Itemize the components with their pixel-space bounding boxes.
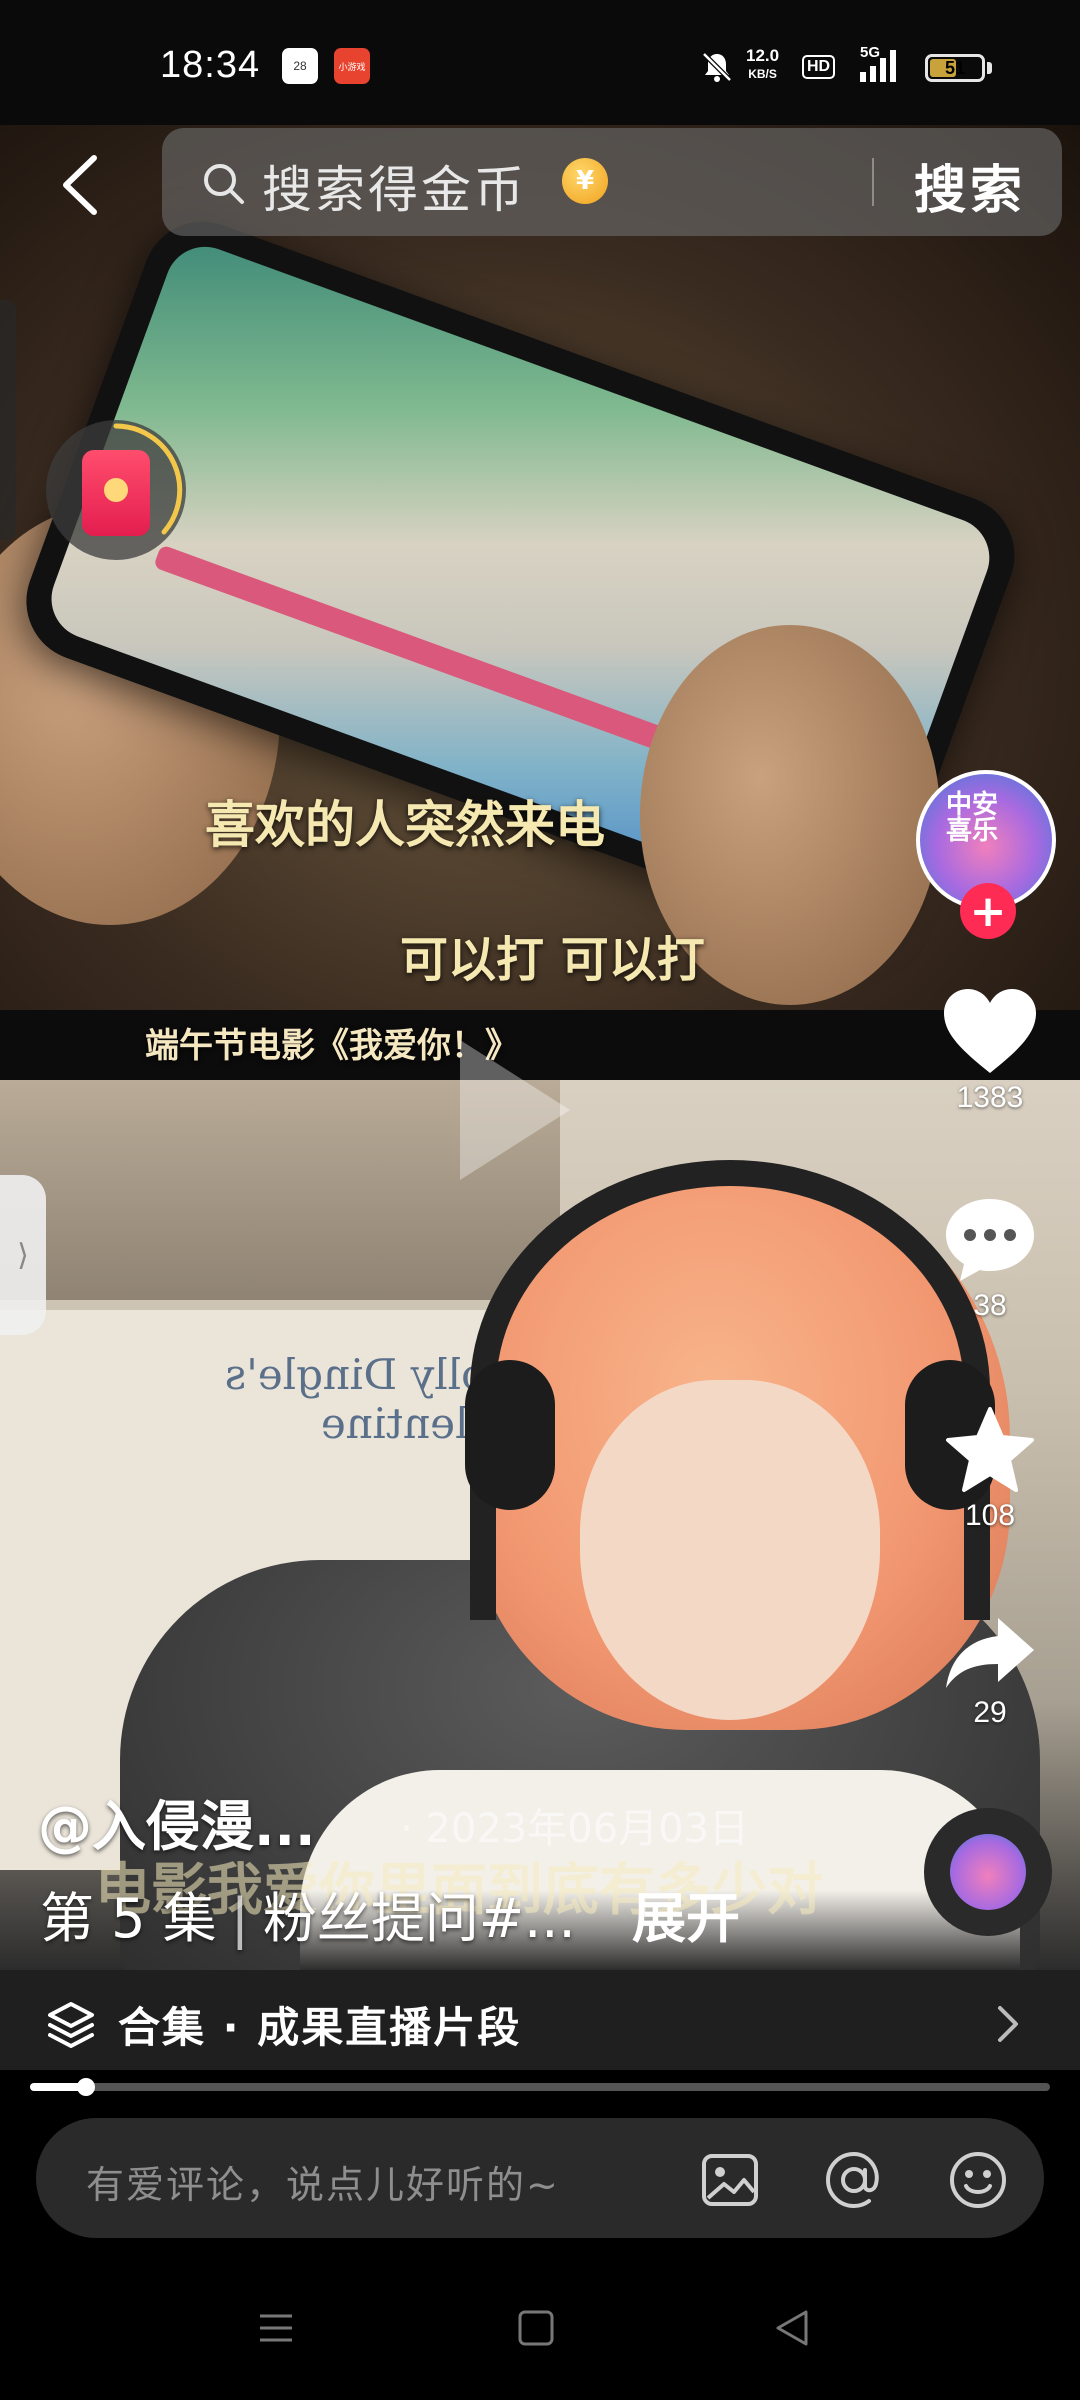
- expand-button[interactable]: 展开: [632, 1874, 740, 1953]
- system-navigation-bar: [0, 2258, 1080, 2400]
- red-packet-button[interactable]: [46, 420, 186, 560]
- mute-bell-icon: [702, 52, 732, 82]
- follow-button[interactable]: +: [960, 883, 1016, 939]
- like-count: 1383: [956, 1081, 1024, 1114]
- comment-bubble-icon: [946, 1199, 1034, 1281]
- comment-input[interactable]: 有爱评论，说点儿好听的~: [86, 2154, 560, 2209]
- heart-icon: [944, 989, 1036, 1073]
- back-arrow-icon: [63, 155, 97, 215]
- battery-tip: [987, 62, 992, 74]
- favorite-button[interactable]: 108: [930, 1405, 1050, 1533]
- poster-title: Dolly Dingle's Valentine: [224, 1350, 520, 1448]
- comment-button[interactable]: 38: [930, 1195, 1050, 1323]
- network-speed-value: 12.0: [746, 46, 780, 65]
- network-speed-unit: KB/S: [748, 67, 777, 81]
- side-drawer-handle[interactable]: ⟩: [0, 1175, 46, 1335]
- left-edge-tab[interactable]: [0, 300, 16, 540]
- comment-bar[interactable]: 有爱评论，说点儿好听的~: [36, 2118, 1044, 2238]
- video-subtitle-mid: 可以打 可以打: [400, 932, 705, 988]
- gold-coin-icon: ¥: [562, 158, 608, 204]
- music-disc-cover: [950, 1834, 1026, 1910]
- star-icon: [946, 1407, 1034, 1492]
- chevron-right-icon: [998, 2006, 1018, 2042]
- envelope-seal: [104, 478, 128, 502]
- music-disc[interactable]: [924, 1808, 1052, 1936]
- layers-icon: [48, 2002, 94, 2048]
- back-triangle-icon[interactable]: [772, 2308, 812, 2348]
- post-date: · 2023年06月03日: [400, 1806, 750, 1852]
- mention-icon[interactable]: [822, 2148, 886, 2212]
- menu-icon[interactable]: [256, 2308, 296, 2348]
- headset-ear-cup-left: [465, 1360, 555, 1510]
- playback-progress-knob[interactable]: [77, 2078, 96, 2096]
- playback-progress-bar[interactable]: [30, 2078, 1050, 2096]
- red-envelope-icon: [82, 450, 150, 536]
- share-button[interactable]: 29: [930, 1612, 1050, 1730]
- back-button[interactable]: [50, 150, 110, 220]
- collection-bar[interactable]: 合集 · 成果直播片段: [0, 1970, 1080, 2070]
- hd-badge: HD: [802, 55, 836, 79]
- battery-percent: 51: [944, 57, 966, 78]
- status-bar: 18:34 28 小游戏 12.0 KB/S HD 5G 51: [0, 0, 1080, 125]
- signal-strength-icon: [860, 50, 896, 82]
- calendar-notification-icon: 28: [282, 48, 318, 84]
- search-icon: [204, 164, 244, 204]
- video-scene-phone: 喜欢的人突然来电 可以打 可以打: [0, 125, 1080, 1010]
- like-button[interactable]: 1383: [930, 985, 1050, 1115]
- emoji-icon[interactable]: [946, 2148, 1010, 2212]
- image-icon[interactable]: [698, 2148, 762, 2212]
- video-player[interactable]: 喜欢的人突然来电 可以打 可以打 端午节电影《我爱你！》 Dolly Dingl…: [0, 125, 1080, 1970]
- status-time: 18:34: [160, 44, 261, 86]
- video-subtitle-top: 喜欢的人突然来电: [205, 796, 605, 854]
- battery-icon: 51: [925, 54, 985, 82]
- episode-separator: |: [230, 1887, 249, 1950]
- search-button[interactable]: 搜索: [914, 148, 1026, 223]
- avatar-text: 中安 喜乐: [946, 790, 999, 846]
- search-bar[interactable]: 搜索得金币 ¥ 搜索: [162, 128, 1062, 236]
- collection-label: 合集 · 成果直播片段: [118, 2003, 522, 2052]
- game-app-notification-icon: 小游戏: [334, 48, 370, 84]
- share-arrow-icon: [946, 1618, 1034, 1688]
- home-square-icon[interactable]: [516, 2308, 556, 2348]
- comment-count: 38: [973, 1289, 1007, 1322]
- play-icon: [460, 1040, 570, 1180]
- network-speed: 12.0 KB/S: [746, 47, 779, 83]
- search-input[interactable]: 搜索得金币: [262, 150, 527, 222]
- chevron-right-icon: ⟩: [17, 1237, 29, 1273]
- description-text: 粉丝提问#...: [262, 1887, 576, 1950]
- post-description[interactable]: 第 5 集 | 粉丝提问#...: [40, 1874, 576, 1953]
- favorite-count: 108: [964, 1499, 1016, 1532]
- share-count: 29: [973, 1696, 1007, 1729]
- episode-label: 第 5 集: [40, 1887, 217, 1950]
- author-name[interactable]: @入侵漫...: [38, 1782, 316, 1861]
- search-divider: [872, 158, 874, 206]
